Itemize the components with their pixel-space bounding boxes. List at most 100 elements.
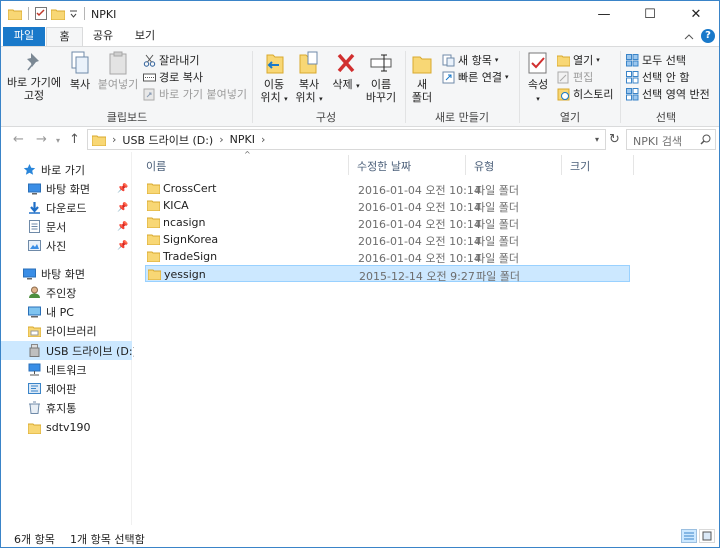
tab-view[interactable]: 보기 — [123, 27, 167, 46]
easy-access-button[interactable]: 빠른 연결 ▾ — [442, 69, 509, 85]
nav-item-downloads[interactable]: 다운로드 📌 — [1, 198, 132, 217]
back-arrow-icon[interactable]: ← — [13, 132, 24, 147]
up-arrow-icon[interactable]: ↑ — [69, 132, 80, 147]
folder-icon[interactable] — [8, 8, 22, 20]
documents-icon — [29, 220, 40, 233]
status-bar: 6개 항목 1개 항목 선택함 — [1, 525, 719, 547]
nav-item-libraries[interactable]: 라이브러리 — [1, 321, 132, 340]
nav-item-sdtv190[interactable]: sdtv190 — [1, 418, 132, 437]
table-row[interactable]: CrossCert 2016-01-04 오전 10:14 파일 폴더 — [145, 180, 630, 197]
pin-label-line2: 고정 — [23, 89, 45, 102]
table-row[interactable]: SignKorea 2016-01-04 오전 10:14 파일 폴더 — [145, 231, 630, 248]
properties-icon[interactable] — [35, 7, 47, 20]
tab-share[interactable]: 공유 — [84, 27, 122, 46]
file-modified: 2016-01-04 오전 10:14 — [358, 184, 481, 197]
paste-button[interactable]: 붙여넣기 — [97, 51, 139, 91]
nav-item-network[interactable]: 네트워크 — [1, 360, 132, 379]
nav-item-documents[interactable]: 문서 📌 — [1, 217, 132, 236]
table-row-selected[interactable]: yessign 2015-12-14 오전 9:27 파일 폴더 — [145, 265, 630, 283]
copy-path-button[interactable]: 경로 복사 — [143, 69, 203, 85]
select-all-button[interactable]: 모두 선택 — [626, 52, 686, 68]
ribbon-collapse-icon[interactable] — [684, 33, 694, 41]
file-list: ^ 이름 수정한 날짜 유형 크기 CrossCert 2016-01-04 오… — [134, 150, 719, 525]
title-bar: NPKI — ☐ ✕ — [1, 1, 719, 28]
pin-icon[interactable]: 📌 — [117, 222, 128, 232]
selection-count: 1개 항목 선택함 — [70, 533, 145, 546]
search-icon[interactable] — [700, 134, 711, 145]
close-button[interactable]: ✕ — [673, 1, 719, 28]
nav-item-desktop-root[interactable]: 바탕 화면 — [1, 264, 132, 283]
column-header-size[interactable]: 크기 — [562, 155, 634, 175]
refresh-icon[interactable]: ↻ — [609, 132, 620, 147]
rename-button[interactable]: 이름 바꾸기 — [363, 51, 399, 104]
library-icon — [28, 326, 41, 337]
pin-icon[interactable]: 📌 — [117, 203, 128, 213]
nav-item-recycle-bin[interactable]: 휴지통 — [1, 398, 132, 417]
details-view-icon[interactable] — [681, 529, 697, 543]
help-icon[interactable]: ? — [701, 29, 715, 43]
properties-icon — [528, 52, 547, 74]
maximize-button[interactable]: ☐ — [627, 1, 673, 28]
scissors-icon — [143, 54, 156, 67]
properties-button[interactable]: 속성 ▾ — [524, 51, 552, 106]
file-modified: 2016-01-04 오전 10:14 — [358, 252, 481, 265]
edit-button[interactable]: 편집 — [557, 69, 593, 85]
history-button[interactable]: 히스토리 — [557, 86, 613, 102]
large-icons-view-icon[interactable] — [699, 529, 715, 543]
edit-label: 편집 — [573, 71, 594, 84]
table-row[interactable]: ncasign 2016-01-04 오전 10:14 파일 폴더 — [145, 214, 630, 231]
recent-locations-icon[interactable]: ▾ — [56, 136, 60, 145]
table-row[interactable]: KICA 2016-01-04 오전 10:14 파일 폴더 — [145, 197, 630, 214]
copy-to-label-1: 복사 — [298, 78, 320, 91]
file-modified: 2016-01-04 오전 10:14 — [358, 201, 481, 214]
breadcrumb-drive[interactable]: USB 드라이브 (D:) — [122, 132, 213, 148]
new-item-icon — [442, 54, 455, 66]
column-header-modified[interactable]: 수정한 날짜 — [349, 155, 466, 175]
star-icon — [23, 164, 36, 175]
new-folder-button[interactable]: 새 폴더 — [409, 51, 435, 104]
paste-shortcut-button[interactable]: 바로 가기 붙여넣기 — [143, 86, 247, 102]
pin-icon[interactable]: 📌 — [117, 184, 128, 194]
copy-to-button[interactable]: 복사 위치 ▾ — [292, 51, 326, 106]
tab-file[interactable]: 파일 — [3, 27, 45, 46]
new-folder-icon[interactable] — [51, 8, 65, 20]
file-name: yessign — [164, 268, 206, 281]
customize-dropdown-icon[interactable] — [69, 9, 78, 19]
address-bar[interactable]: › USB 드라이브 (D:) › NPKI › — [87, 129, 606, 150]
move-to-icon — [266, 54, 284, 74]
nav-item-pictures[interactable]: 사진 📌 — [1, 236, 132, 255]
nav-item-this-pc[interactable]: 내 PC — [1, 302, 132, 321]
nav-item-control-panel[interactable]: 제어판 — [1, 379, 132, 398]
select-none-label: 선택 안 함 — [642, 71, 690, 84]
tab-home[interactable]: 홈 — [46, 27, 83, 47]
breadcrumb-separator: › — [112, 133, 117, 146]
nav-item-desktop[interactable]: 바탕 화면 📌 — [1, 179, 132, 198]
breadcrumb-npki[interactable]: NPKI — [230, 133, 255, 146]
new-item-button[interactable]: 새 항목 ▾ — [442, 52, 498, 68]
minimize-button[interactable]: — — [581, 1, 627, 28]
nav-item-usb-drive[interactable]: USB 드라이브 (D:) — [1, 341, 137, 360]
pin-icon[interactable]: 📌 — [117, 241, 128, 251]
table-row[interactable]: TradeSign 2016-01-04 오전 10:14 파일 폴더 — [145, 248, 630, 265]
column-header-name[interactable]: 이름 — [138, 155, 349, 175]
nav-item-user[interactable]: 주인장 — [1, 283, 132, 302]
move-to-button[interactable]: 이동 위치 ▾ — [257, 51, 291, 106]
nav-quick-access-label: 바로 가기 — [41, 163, 85, 177]
rename-label-2: 바꾸기 — [365, 91, 397, 104]
pin-quick-access-button[interactable]: 바로 가기에 고정 — [5, 51, 63, 102]
invert-selection-button[interactable]: 선택 영역 반전 — [626, 86, 710, 102]
delete-icon — [337, 53, 355, 73]
delete-button[interactable]: 삭제 ▾ — [332, 51, 360, 93]
cut-label: 잘라내기 — [159, 54, 200, 67]
breadcrumb-separator: › — [260, 133, 266, 146]
forward-arrow-icon[interactable]: → — [36, 132, 47, 147]
address-dropdown-icon[interactable]: ▾ — [595, 135, 599, 144]
select-none-button[interactable]: 선택 안 함 — [626, 69, 689, 85]
column-header-type[interactable]: 유형 — [466, 155, 562, 175]
open-button[interactable]: 열기 ▾ — [557, 52, 600, 68]
network-icon — [28, 363, 41, 376]
nav-item-label: 내 PC — [46, 305, 74, 319]
cut-button[interactable]: 잘라내기 — [143, 52, 199, 68]
nav-quick-access[interactable]: 바로 가기 — [1, 160, 132, 179]
copy-button[interactable]: 복사 — [67, 51, 93, 91]
